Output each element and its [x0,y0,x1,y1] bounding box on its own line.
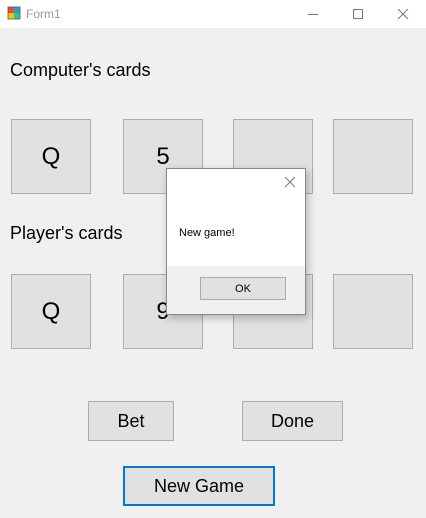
close-icon[interactable] [283,175,297,189]
message-box-footer: OK [167,266,305,314]
computer-cards-label: Computer's cards [10,60,151,80]
message-text: New game! [179,227,235,239]
title-bar[interactable]: Form1 [0,0,426,28]
close-icon [397,8,408,19]
new-game-button[interactable]: New Game [123,466,275,506]
minimize-button[interactable] [290,0,336,28]
done-button[interactable]: Done [242,401,343,441]
player-card-1[interactable]: Q [11,274,91,349]
minimize-icon [307,13,318,15]
maximize-button[interactable] [335,0,381,28]
maximize-icon [352,8,363,19]
computer-card-4[interactable] [333,119,413,194]
ok-button[interactable]: OK [200,277,286,300]
window-title: Form1 [26,7,61,21]
player-cards-label: Player's cards [10,223,123,243]
player-card-4[interactable] [333,274,413,349]
winforms-app-icon [7,6,21,20]
message-box: New game! OK [166,168,306,315]
close-button[interactable] [380,0,426,28]
bet-button[interactable]: Bet [88,401,174,441]
computer-card-1[interactable]: Q [11,119,91,194]
